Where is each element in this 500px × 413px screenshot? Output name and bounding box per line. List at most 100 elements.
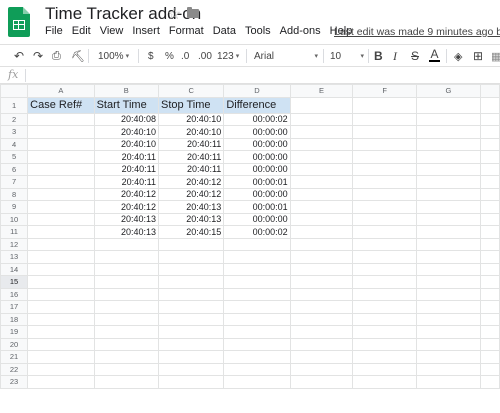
data-cell[interactable]: 20:40:11	[157, 150, 225, 164]
menu-insert[interactable]: Insert	[132, 25, 160, 41]
more-formats-select[interactable]: 123 ▾	[217, 47, 239, 65]
empty-cell[interactable]	[289, 275, 354, 289]
data-cell[interactable]	[27, 187, 95, 201]
empty-cell[interactable]	[27, 325, 95, 339]
empty-cell[interactable]	[223, 375, 291, 389]
folder-icon[interactable]	[187, 7, 199, 18]
data-cell[interactable]: 20:40:13	[93, 212, 159, 226]
data-cell[interactable]	[27, 162, 95, 176]
data-cell[interactable]: 20:40:11	[157, 162, 225, 176]
empty-cell[interactable]	[223, 250, 291, 264]
empty-cell[interactable]	[157, 262, 225, 276]
empty-cell[interactable]	[93, 250, 159, 264]
data-cell[interactable]: 20:40:15	[157, 225, 225, 239]
empty-cell[interactable]	[479, 237, 500, 251]
row-header[interactable]: 19	[0, 325, 29, 339]
empty-cell[interactable]	[416, 262, 481, 276]
empty-cell[interactable]	[223, 362, 291, 376]
empty-cell[interactable]	[27, 287, 95, 301]
empty-cell[interactable]	[416, 125, 481, 139]
empty-cell[interactable]	[93, 375, 159, 389]
empty-cell[interactable]	[479, 275, 500, 289]
header-cell[interactable]: Start Time	[93, 96, 159, 114]
empty-cell[interactable]	[223, 287, 291, 301]
empty-cell[interactable]	[289, 300, 354, 314]
empty-cell[interactable]	[416, 200, 481, 214]
empty-cell[interactable]	[27, 275, 95, 289]
data-cell[interactable]	[27, 175, 95, 189]
empty-cell[interactable]	[289, 96, 354, 114]
paint-format-icon[interactable]: ⛏	[71, 47, 85, 65]
data-cell[interactable]: 20:40:13	[157, 212, 225, 226]
redo-icon[interactable]: ↷	[33, 47, 43, 65]
menu-edit[interactable]: Edit	[72, 25, 91, 41]
data-cell[interactable]	[27, 137, 95, 151]
last-edit-link[interactable]: Last edit was made 9 minutes ago by DE	[334, 26, 500, 38]
header-cell[interactable]: Case Ref#	[27, 96, 95, 114]
row-header[interactable]: 18	[0, 312, 29, 326]
empty-cell[interactable]	[479, 96, 500, 114]
empty-cell[interactable]	[93, 337, 159, 351]
empty-cell[interactable]	[289, 337, 354, 351]
data-cell[interactable]: 20:40:12	[157, 187, 225, 201]
text-color-button[interactable]: A	[429, 47, 440, 65]
empty-cell[interactable]	[416, 137, 481, 151]
empty-cell[interactable]	[93, 325, 159, 339]
empty-cell[interactable]	[289, 187, 354, 201]
empty-cell[interactable]	[416, 362, 481, 376]
empty-cell[interactable]	[416, 275, 481, 289]
empty-cell[interactable]	[27, 375, 95, 389]
empty-cell[interactable]	[223, 350, 291, 364]
data-cell[interactable]: 00:00:02	[223, 225, 291, 239]
data-cell[interactable]: 20:40:10	[93, 137, 159, 151]
empty-cell[interactable]	[223, 337, 291, 351]
empty-cell[interactable]	[289, 200, 354, 214]
empty-cell[interactable]	[289, 312, 354, 326]
empty-cell[interactable]	[416, 350, 481, 364]
empty-cell[interactable]	[479, 375, 500, 389]
empty-cell[interactable]	[479, 350, 500, 364]
empty-cell[interactable]	[289, 112, 354, 126]
empty-cell[interactable]	[479, 225, 500, 239]
data-cell[interactable]	[27, 212, 95, 226]
empty-cell[interactable]	[479, 150, 500, 164]
data-cell[interactable]: 00:00:01	[223, 200, 291, 214]
empty-cell[interactable]	[416, 325, 481, 339]
zoom-select[interactable]: 100% ▾	[98, 47, 129, 65]
data-cell[interactable]: 20:40:11	[93, 162, 159, 176]
empty-cell[interactable]	[479, 212, 500, 226]
empty-cell[interactable]	[289, 362, 354, 376]
data-cell[interactable]: 00:00:00	[223, 125, 291, 139]
empty-cell[interactable]	[352, 96, 418, 114]
empty-cell[interactable]	[352, 350, 418, 364]
empty-cell[interactable]	[352, 150, 418, 164]
empty-cell[interactable]	[289, 162, 354, 176]
empty-cell[interactable]	[289, 287, 354, 301]
empty-cell[interactable]	[93, 312, 159, 326]
star-icon[interactable]: ☆	[167, 4, 181, 24]
empty-cell[interactable]	[479, 312, 500, 326]
empty-cell[interactable]	[479, 175, 500, 189]
row-header[interactable]: 15	[0, 275, 29, 289]
data-cell[interactable]: 00:00:00	[223, 187, 291, 201]
data-cell[interactable]: 00:00:01	[223, 175, 291, 189]
data-cell[interactable]: 20:40:10	[93, 125, 159, 139]
empty-cell[interactable]	[352, 375, 418, 389]
print-icon[interactable]: ⎙	[52, 47, 61, 65]
empty-cell[interactable]	[157, 287, 225, 301]
column-header-d[interactable]: D	[223, 84, 291, 98]
empty-cell[interactable]	[352, 312, 418, 326]
column-header-b[interactable]: B	[93, 84, 159, 98]
borders-icon[interactable]: ⊞	[473, 47, 483, 65]
empty-cell[interactable]	[27, 337, 95, 351]
empty-cell[interactable]	[289, 350, 354, 364]
empty-cell[interactable]	[157, 312, 225, 326]
select-all-corner[interactable]	[0, 84, 29, 98]
empty-cell[interactable]	[27, 312, 95, 326]
empty-cell[interactable]	[157, 300, 225, 314]
column-header-c[interactable]: C	[157, 84, 225, 98]
bold-button[interactable]: B	[374, 47, 383, 65]
empty-cell[interactable]	[352, 337, 418, 351]
row-header[interactable]: 16	[0, 287, 29, 301]
row-header[interactable]: 17	[0, 300, 29, 314]
